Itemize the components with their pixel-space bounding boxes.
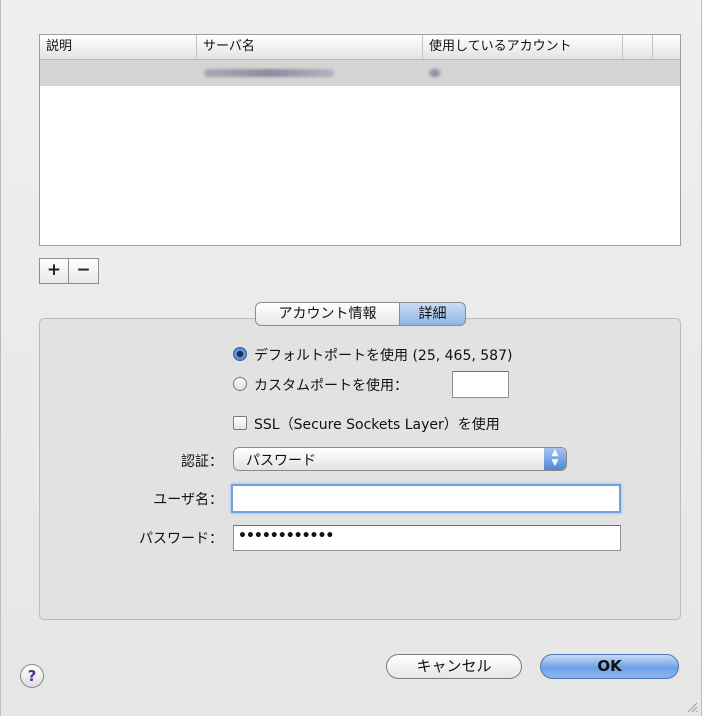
username-input[interactable] <box>231 484 621 513</box>
custom-port-label: カスタムポートを使用： <box>254 378 408 394</box>
account-cell-redacted <box>429 69 441 77</box>
table-row[interactable] <box>40 60 680 86</box>
tab-account-info[interactable]: アカウント情報 <box>255 302 400 326</box>
password-value: •••••••••••• <box>238 528 334 544</box>
add-server-button[interactable]: + <box>39 258 69 284</box>
ok-button[interactable]: OK <box>540 654 679 679</box>
ssl-checkbox[interactable] <box>233 416 247 430</box>
auth-popup-value: パスワード <box>246 453 316 469</box>
ssl-label: SSL（Secure Sockets Layer）を使用 <box>254 417 500 433</box>
column-header-account[interactable]: 使用しているアカウント <box>423 35 623 59</box>
default-port-radio[interactable] <box>233 347 247 361</box>
question-mark-icon[interactable]: ? <box>20 664 44 688</box>
updown-arrows-icon: ▲ ▼ <box>544 448 566 470</box>
tab-advanced[interactable]: 詳細 <box>399 302 466 326</box>
cancel-button[interactable]: キャンセル <box>386 654 522 679</box>
username-label: ユーザ名： <box>153 492 223 508</box>
password-input[interactable]: •••••••••••• <box>233 525 621 551</box>
resize-grip-icon[interactable] <box>686 701 698 713</box>
remove-server-button[interactable]: − <box>68 258 99 284</box>
server-name-cell-redacted <box>204 69 334 77</box>
column-header-server-name[interactable]: サーバ名 <box>197 35 423 59</box>
server-list-table[interactable]: 説明 サーバ名 使用しているアカウント <box>39 34 681 246</box>
default-port-label: デフォルトポートを使用 (25, 465, 587) <box>254 348 513 364</box>
smtp-server-dialog: 説明 サーバ名 使用しているアカウント + − アカウント情報 詳細 デフォルト… <box>0 0 702 716</box>
column-header-description[interactable]: 説明 <box>40 35 197 59</box>
auth-popup[interactable]: パスワード ▲ ▼ <box>233 447 567 471</box>
table-header: 説明 サーバ名 使用しているアカウント <box>40 35 680 60</box>
auth-label: 認証： <box>181 454 223 470</box>
custom-port-radio[interactable] <box>233 377 247 391</box>
password-label: パスワード： <box>139 531 223 547</box>
custom-port-input[interactable] <box>452 371 509 398</box>
column-header-spare <box>623 35 653 59</box>
